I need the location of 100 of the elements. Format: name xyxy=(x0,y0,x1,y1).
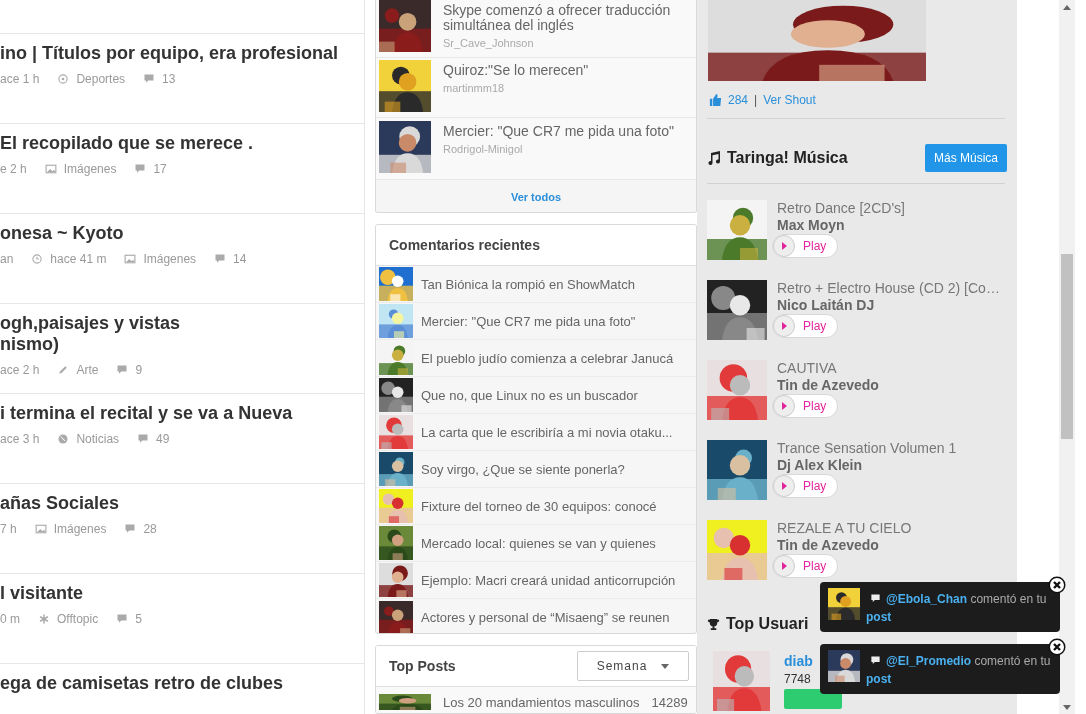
post-time: 7 h xyxy=(0,522,17,536)
post-title[interactable]: El recopilado que se merece . xyxy=(0,133,254,154)
comment-icon xyxy=(116,613,129,625)
scrollbar[interactable] xyxy=(1059,0,1075,714)
post-title[interactable]: ino | Títulos por equipo, era profesional xyxy=(0,43,339,64)
post-title[interactable]: l visitante xyxy=(0,583,84,604)
period-dropdown[interactable]: Semana xyxy=(577,651,689,681)
comment-count: 9 xyxy=(135,363,143,377)
post-link[interactable]: post xyxy=(866,672,892,686)
notification-text: @Ebola_Chan comentó en tu post xyxy=(866,591,1048,626)
section-title: Top Usuari xyxy=(726,615,809,633)
comment-icon xyxy=(134,163,147,175)
post-title[interactable]: i termina el recital y se va a Nueva xyxy=(0,403,293,424)
post-time: ace 2 h xyxy=(0,363,40,377)
comment-icon xyxy=(870,655,881,666)
image-icon xyxy=(124,253,137,265)
category-label: Deportes xyxy=(76,72,126,86)
follow-button[interactable] xyxy=(784,689,842,709)
comment-count: 14 xyxy=(233,252,247,266)
globe-icon xyxy=(57,433,70,445)
user-link[interactable]: @Ebola_Chan xyxy=(886,592,968,606)
post-title[interactable]: onesa ~ Kyoto xyxy=(0,223,124,244)
comment-link[interactable]: Fixture del torneo de 30 equipos: conocé xyxy=(421,498,657,514)
user-link[interactable]: @El_Promedio xyxy=(886,654,972,668)
album-title[interactable]: CAUTIVA xyxy=(777,360,879,376)
post-link[interactable]: Los 20 mandamientos masculinos xyxy=(443,694,640,710)
news-title[interactable]: Quiroz:"Se lo merecen" xyxy=(443,63,683,78)
comment-icon xyxy=(124,523,137,535)
play-icon xyxy=(773,555,795,577)
category-label: Imágenes xyxy=(53,522,107,536)
play-icon xyxy=(773,475,795,497)
artist-name[interactable]: Tin de Azevedo xyxy=(777,536,912,554)
album-title[interactable]: Retro + Electro House (CD 2) [Co… xyxy=(777,280,1000,296)
category-label: Offtopic xyxy=(57,612,99,626)
comment-link[interactable]: La carta que le escribiría a mi novia otaku... xyxy=(421,424,673,440)
play-button[interactable]: Play xyxy=(772,314,838,338)
card-title: Top Posts xyxy=(389,658,456,674)
artist-name[interactable]: Nico Laitán DJ xyxy=(777,296,1000,314)
image-icon xyxy=(44,163,57,175)
comment-icon xyxy=(137,433,150,445)
ball-icon xyxy=(57,73,70,85)
comment-icon xyxy=(214,253,227,265)
play-button[interactable]: Play xyxy=(772,554,838,578)
asterisk-icon xyxy=(38,613,50,625)
user-points: 7748 xyxy=(784,672,812,686)
post-score: 14289 xyxy=(651,694,689,710)
comment-count: 28 xyxy=(143,522,157,536)
down-arrow-icon xyxy=(1063,705,1071,710)
comment-icon xyxy=(143,73,156,85)
comment-link[interactable]: Tan Biónica la rompió en ShowMatch xyxy=(421,276,635,292)
pencil-icon xyxy=(57,364,70,376)
post-title[interactable]: añas Sociales xyxy=(0,493,120,514)
image-icon xyxy=(34,523,47,535)
category-label: Imágenes xyxy=(143,252,197,266)
album-title[interactable]: REZALE A TU CIELO xyxy=(777,520,912,536)
trophy-icon xyxy=(707,617,720,631)
play-button[interactable]: Play xyxy=(772,234,838,258)
close-icon xyxy=(1048,638,1066,656)
news-title[interactable]: Skype comenzó a ofrecer traducción simultánea del inglés xyxy=(443,3,683,33)
comment-count: 5 xyxy=(135,612,142,626)
like-count: 284 xyxy=(728,93,749,107)
post-title[interactable]: ogh,paisajes y vistas nismo) xyxy=(0,313,181,355)
close-icon xyxy=(1048,576,1066,594)
comment-link[interactable]: Que no, que Linux no es un buscador xyxy=(421,387,638,403)
post-time: ace 1 h xyxy=(0,72,40,86)
artist-name[interactable]: Tin de Azevedo xyxy=(777,376,879,394)
news-title[interactable]: Mercier: "Que CR7 me pida una foto" xyxy=(443,124,683,139)
comment-link[interactable]: Ejemplo: Macri creará unidad anticorrupción xyxy=(421,572,676,588)
post-time: hace 41 m xyxy=(50,252,107,266)
see-all-link[interactable]: Ver todos xyxy=(510,191,562,203)
comment-icon xyxy=(116,364,129,376)
play-icon xyxy=(773,235,795,257)
post-time: 0 m xyxy=(0,612,20,626)
scrollbar-thumb[interactable] xyxy=(1061,254,1073,439)
artist-name[interactable]: Max Moyn xyxy=(777,216,905,234)
notification-text: @El_Promedio comentó en tu post xyxy=(866,653,1052,688)
play-button[interactable]: Play xyxy=(772,474,838,498)
comment-link[interactable]: Actores y personal de “Misaeng” se reunen xyxy=(421,610,670,626)
category-label: Arte xyxy=(76,363,99,377)
artist-name[interactable]: Dj Alex Klein xyxy=(777,456,957,474)
post-link[interactable]: post xyxy=(866,610,892,624)
comment-link[interactable]: Soy virgo, ¿Que se siente ponerla? xyxy=(421,461,625,477)
comment-link[interactable]: El pueblo judío comienza a celebrar Janucá xyxy=(421,350,674,366)
album-title[interactable]: Retro Dance [2CD's] xyxy=(777,200,905,216)
category-label: Noticias xyxy=(76,432,120,446)
notification-popup[interactable]: @El_Promedio comentó en tu post xyxy=(820,644,1060,694)
more-music-button[interactable]: Más Música xyxy=(925,144,1007,172)
thumbs-up-icon xyxy=(709,94,722,106)
separator: | xyxy=(754,93,758,107)
comment-link[interactable]: Mercado local: quienes se van y quienes xyxy=(421,535,656,551)
clock-icon xyxy=(31,253,44,265)
comment-count: 13 xyxy=(162,72,176,86)
album-title[interactable]: Trance Sensation Volumen 1 xyxy=(777,440,957,456)
play-icon xyxy=(773,315,795,337)
see-shout-link[interactable]: Ver Shout xyxy=(763,93,816,107)
comment-link[interactable]: Mercier: "Que CR7 me pida una foto" xyxy=(421,313,636,329)
play-button[interactable]: Play xyxy=(772,394,838,418)
notification-popup[interactable]: @Ebola_Chan comentó en tu post xyxy=(820,582,1060,632)
post-title[interactable]: ega de camisetas retro de clubes xyxy=(0,673,284,694)
post-time: e 2 h xyxy=(0,162,27,176)
